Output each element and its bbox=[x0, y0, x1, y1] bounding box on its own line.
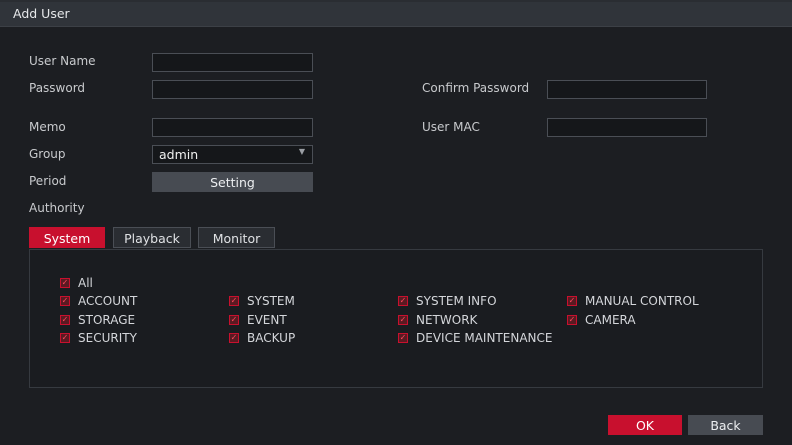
confirm-password-label: Confirm Password bbox=[422, 81, 530, 95]
permission-label: SYSTEM bbox=[247, 294, 295, 308]
checkbox-checked-icon: ✓ bbox=[398, 315, 408, 325]
permission-label: BACKUP bbox=[247, 331, 296, 345]
permission-label: SECURITY bbox=[78, 331, 137, 345]
permission-label: ACCOUNT bbox=[78, 294, 138, 308]
permissions-panel bbox=[29, 249, 763, 388]
permission-security[interactable]: ✓ SECURITY bbox=[60, 331, 137, 345]
username-input[interactable] bbox=[152, 53, 313, 72]
permission-label: All bbox=[78, 276, 93, 290]
permission-network[interactable]: ✓ NETWORK bbox=[398, 313, 477, 327]
tab-monitor[interactable]: Monitor bbox=[198, 227, 275, 248]
checkbox-checked-icon: ✓ bbox=[229, 333, 239, 343]
memo-input[interactable] bbox=[152, 118, 313, 137]
username-label: User Name bbox=[29, 54, 96, 68]
checkbox-checked-icon: ✓ bbox=[567, 315, 577, 325]
period-label: Period bbox=[29, 174, 67, 188]
permission-camera[interactable]: ✓ CAMERA bbox=[567, 313, 636, 327]
group-label: Group bbox=[29, 147, 66, 161]
tab-system[interactable]: System bbox=[29, 227, 105, 248]
memo-label: Memo bbox=[29, 120, 66, 134]
permission-system-info[interactable]: ✓ SYSTEM INFO bbox=[398, 294, 497, 308]
tab-playback[interactable]: Playback bbox=[113, 227, 191, 248]
permission-account[interactable]: ✓ ACCOUNT bbox=[60, 294, 137, 308]
checkbox-checked-icon: ✓ bbox=[229, 296, 239, 306]
permission-label: STORAGE bbox=[78, 313, 136, 327]
checkbox-checked-icon: ✓ bbox=[60, 296, 70, 306]
permission-label: NETWORK bbox=[416, 313, 478, 327]
password-label: Password bbox=[29, 81, 86, 95]
permission-all[interactable]: ✓ All bbox=[60, 276, 93, 290]
permission-backup[interactable]: ✓ BACKUP bbox=[229, 331, 295, 345]
checkbox-checked-icon: ✓ bbox=[60, 333, 70, 343]
checkbox-checked-icon: ✓ bbox=[398, 333, 408, 343]
permission-device-maintenance[interactable]: ✓ DEVICE MAINTENANCE bbox=[398, 331, 552, 345]
authority-label: Authority bbox=[29, 201, 85, 215]
permission-system[interactable]: ✓ SYSTEM bbox=[229, 294, 295, 308]
permission-manual-control[interactable]: ✓ MANUAL CONTROL bbox=[567, 294, 699, 308]
checkbox-checked-icon: ✓ bbox=[567, 296, 577, 306]
permission-label: MANUAL CONTROL bbox=[585, 294, 699, 308]
permission-label: EVENT bbox=[247, 313, 287, 327]
permission-storage[interactable]: ✓ STORAGE bbox=[60, 313, 135, 327]
group-select-value: admin bbox=[159, 147, 199, 162]
checkbox-checked-icon: ✓ bbox=[60, 315, 70, 325]
permission-event[interactable]: ✓ EVENT bbox=[229, 313, 287, 327]
group-select[interactable]: admin ▼ bbox=[152, 145, 313, 164]
chevron-down-icon: ▼ bbox=[298, 147, 305, 156]
password-input[interactable] bbox=[152, 80, 313, 99]
permission-label: CAMERA bbox=[585, 313, 636, 327]
dialog-title: Add User bbox=[13, 6, 70, 21]
checkbox-checked-icon: ✓ bbox=[398, 296, 408, 306]
permission-label: SYSTEM INFO bbox=[416, 294, 497, 308]
confirm-password-input[interactable] bbox=[547, 80, 707, 99]
user-mac-label: User MAC bbox=[422, 120, 480, 134]
permission-label: DEVICE MAINTENANCE bbox=[416, 331, 553, 345]
user-mac-input[interactable] bbox=[547, 118, 707, 137]
checkbox-checked-icon: ✓ bbox=[60, 278, 70, 288]
period-setting-button[interactable]: Setting bbox=[152, 172, 313, 192]
checkbox-checked-icon: ✓ bbox=[229, 315, 239, 325]
back-button[interactable]: Back bbox=[688, 415, 763, 435]
dialog-titlebar: Add User bbox=[0, 2, 792, 27]
ok-button[interactable]: OK bbox=[608, 415, 682, 435]
